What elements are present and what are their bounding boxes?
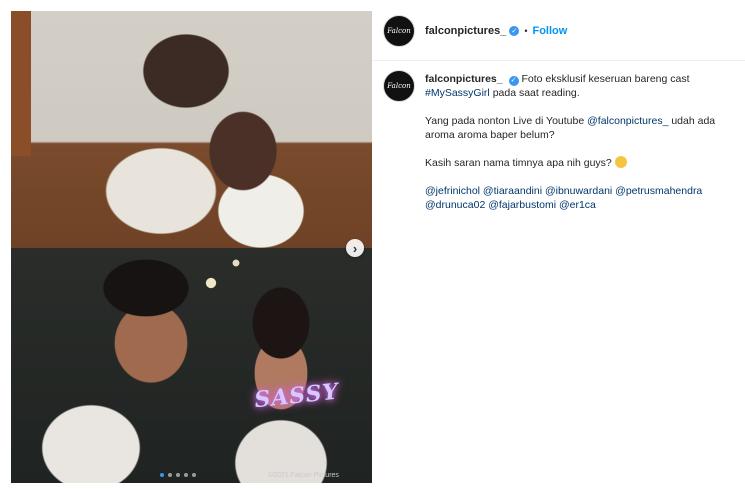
hashtag-link[interactable]: #MySassyGirl <box>425 87 490 99</box>
carousel-dot <box>176 473 180 477</box>
post-header: Falcon falconpictures_ ✓ • Follow <box>383 15 567 47</box>
caption-username[interactable]: falconpictures_ <box>425 73 503 85</box>
follow-button[interactable]: Follow <box>532 25 567 37</box>
carousel-dots <box>160 473 196 477</box>
carousel-dot <box>184 473 188 477</box>
caption-para2-start: Yang pada nonton Live di Youtube <box>425 115 585 127</box>
carousel-dot <box>160 473 164 477</box>
photo-door <box>11 11 31 156</box>
post-photo-bottom <box>11 248 372 483</box>
post-username[interactable]: falconpictures_ <box>425 25 506 37</box>
caption-paragraph-3: Kasih saran nama timnya apa nih guys? <box>425 156 733 170</box>
post-photo-top <box>11 11 372 248</box>
caption-text: falconpictures_ ✓ Foto eksklusif keserua… <box>425 72 733 212</box>
avatar-logo: Falcon <box>387 82 411 90</box>
mentions-line-2[interactable]: @drunuca02 @fajarbustomi @er1ca <box>425 199 596 211</box>
verified-badge-icon: ✓ <box>508 76 519 86</box>
caption-line-1-end: pada saat reading. <box>492 87 580 99</box>
caption-paragraph-2: Yang pada nonton Live di Youtube @falcon… <box>425 114 733 142</box>
carousel-next-button[interactable]: › <box>346 239 364 257</box>
avatar[interactable]: Falcon <box>383 15 415 47</box>
caption-paragraph-1: falconpictures_ ✓ Foto eksklusif keserua… <box>425 72 733 100</box>
verified-badge-icon: ✓ <box>509 26 520 36</box>
separator-dot: • <box>524 26 528 36</box>
carousel-dot <box>192 473 196 477</box>
mentions-line-1[interactable]: @jefrinichol @tiaraandini @ibnuwardani @… <box>425 185 702 197</box>
caption-avatar[interactable]: Falcon <box>383 70 415 102</box>
caption-para3: Kasih saran nama timnya apa nih guys? <box>425 157 612 169</box>
caption-mentions: @jefrinichol @tiaraandini @ibnuwardani @… <box>425 184 733 212</box>
carousel-dot <box>168 473 172 477</box>
chevron-right-icon: › <box>352 240 358 256</box>
mention-link[interactable]: @falconpictures_ <box>587 115 668 127</box>
emoji-icon <box>614 156 627 168</box>
caption-line-1: Foto eksklusif keseruan bareng cast <box>521 73 690 85</box>
avatar-logo: Falcon <box>387 27 411 35</box>
header-divider <box>372 60 745 61</box>
photo-watermark: ©2021 Falcon Pictures <box>268 472 339 479</box>
